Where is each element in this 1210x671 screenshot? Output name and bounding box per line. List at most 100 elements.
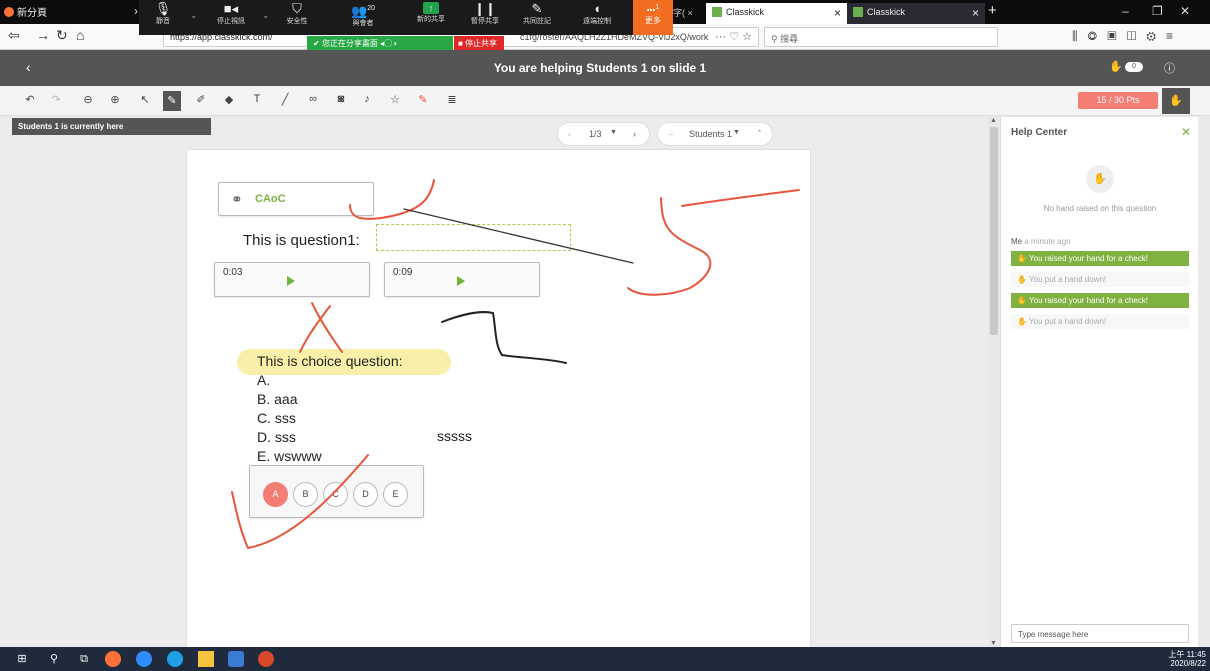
- option-d[interactable]: D: [353, 482, 378, 507]
- message-time: a minute ago: [1024, 237, 1071, 246]
- link-element[interactable]: ⚭ CAoC: [218, 182, 374, 216]
- search-icon: ⚲: [771, 34, 781, 44]
- mail-icon[interactable]: [228, 651, 244, 667]
- option-b[interactable]: B: [293, 482, 318, 507]
- link-text[interactable]: CAoC: [255, 193, 286, 205]
- prev-slide-icon[interactable]: ‹: [568, 129, 571, 139]
- tab-new[interactable]: 新分頁: [4, 4, 47, 19]
- close-icon[interactable]: ✕: [1181, 125, 1191, 139]
- scrollbar-thumb[interactable]: [990, 127, 998, 335]
- search-icon[interactable]: ⚲: [46, 651, 62, 667]
- chevron-down-icon[interactable]: ⌄: [190, 10, 198, 21]
- slide-pager-label: 1/3: [589, 129, 602, 139]
- answer-text-box[interactable]: [376, 224, 571, 251]
- close-tab-icon[interactable]: ×: [834, 6, 841, 20]
- hand-icon: ✋: [1017, 317, 1030, 326]
- audio-clip[interactable]: 0:09: [384, 262, 540, 297]
- task-view-icon[interactable]: ⧉: [76, 651, 92, 667]
- choice-d: D. sss: [257, 429, 296, 445]
- play-icon[interactable]: [457, 276, 465, 286]
- file-explorer-icon[interactable]: [198, 651, 214, 667]
- sticker-star-icon[interactable]: ☆: [386, 93, 404, 109]
- tab-classkick-active[interactable]: Classkick ×: [706, 3, 847, 24]
- prev-student-icon[interactable]: –: [668, 129, 673, 139]
- url-actions[interactable]: ··· ♡ ☆: [715, 30, 752, 43]
- zoom-more-button[interactable]: •••1 更多: [633, 0, 673, 35]
- restore-icon[interactable]: ❐: [1152, 4, 1163, 18]
- choice-a: A.: [257, 372, 271, 388]
- windows-start-icon[interactable]: ⊞: [14, 651, 30, 667]
- raise-hand-button[interactable]: ✋: [1162, 88, 1190, 114]
- zoom-out-icon[interactable]: ⊖: [79, 93, 97, 109]
- student-selector[interactable]: – Students 1 ▼ ˆ: [657, 122, 773, 146]
- zoom-app-icon[interactable]: [136, 651, 152, 667]
- scroll-up-icon[interactable]: ▲: [990, 117, 997, 124]
- pen-color-icon[interactable]: ✎: [414, 93, 432, 109]
- highlighter-icon[interactable]: ✐: [192, 93, 210, 109]
- next-slide-icon[interactable]: ›: [633, 129, 636, 139]
- browser-right-icons[interactable]: ⫼◎▣◫⚙≡: [1072, 29, 1183, 44]
- close-window-icon[interactable]: ✕: [1180, 4, 1190, 18]
- zoom-annotate-button[interactable]: ✎ 共同註記: [507, 2, 567, 26]
- pointer-icon[interactable]: ↖: [136, 93, 154, 109]
- text-icon[interactable]: T: [248, 93, 266, 109]
- vertical-scrollbar[interactable]: ▲ ▼: [988, 117, 1000, 647]
- zoom-stop-video-button[interactable]: ■◂ 停止視訊: [201, 2, 261, 26]
- search-input[interactable]: ⚲ 搜尋: [764, 27, 998, 47]
- zoom-pause-share-button[interactable]: ❙❙ 暫停共享: [455, 2, 515, 26]
- chat-message-text: You raised your hand for a check!: [1029, 254, 1148, 263]
- hand-count-toggle[interactable]: 0: [1125, 62, 1143, 72]
- line-icon[interactable]: ╱: [276, 93, 294, 109]
- home-icon[interactable]: ⌂: [76, 27, 84, 43]
- chevron-down-icon[interactable]: ▼: [610, 129, 617, 136]
- info-icon[interactable]: ⓘ: [1164, 60, 1175, 76]
- minimize-icon[interactable]: –: [1122, 4, 1129, 18]
- zoom-new-share-button[interactable]: ↑ 新的共享: [401, 2, 461, 24]
- classkick-header: ‹ You are helping Students 1 on slide 1 …: [0, 50, 1210, 86]
- audio-clip[interactable]: 0:03: [214, 262, 370, 297]
- slide-pager[interactable]: ‹ 1/3 ▼ ›: [557, 122, 650, 146]
- zoom-mute-button[interactable]: 🎙 靜音: [133, 2, 193, 26]
- scroll-down-icon[interactable]: ▼: [990, 640, 997, 647]
- zoom-remote-control-button[interactable]: ◖ 遠端控制: [567, 2, 627, 26]
- close-tab-icon[interactable]: ×: [972, 6, 979, 20]
- choice-question-title: This is choice question:: [257, 353, 403, 369]
- sharing-controls-icon[interactable]: ◂◯◑: [380, 39, 397, 48]
- tab-label: Classkick: [867, 7, 906, 17]
- pen-icon[interactable]: ✎: [163, 91, 181, 111]
- camera-icon[interactable]: ◙: [332, 93, 350, 109]
- option-e[interactable]: E: [383, 482, 408, 507]
- zoom-participants-button[interactable]: 👥20 與會者: [333, 2, 393, 28]
- clock-date: 2020/8/22: [1170, 659, 1206, 668]
- drawing-toolbar: ↶ ↷ ⊖ ⊕ ↖ ✎ ✐ ◆ T ╱ ∞ ◙ ♪ ☆ ✎ ≣: [0, 86, 1210, 116]
- chevron-up-icon[interactable]: ˆ: [758, 129, 761, 139]
- powerpoint-icon[interactable]: [258, 651, 274, 667]
- back-icon[interactable]: ⇦: [8, 27, 20, 44]
- line-weight-icon[interactable]: ≣: [443, 93, 461, 109]
- chevron-down-icon[interactable]: ▼: [733, 129, 740, 136]
- new-tab-button[interactable]: +: [988, 2, 997, 19]
- eraser-icon[interactable]: ◆: [220, 93, 238, 109]
- undo-icon[interactable]: ↶: [21, 93, 39, 109]
- link-icon[interactable]: ∞: [304, 93, 322, 109]
- play-icon[interactable]: [287, 276, 295, 286]
- stop-share-button[interactable]: ■ 停止共享: [454, 36, 504, 50]
- option-c[interactable]: C: [323, 482, 348, 507]
- points-badge[interactable]: 15 / 30 Pts: [1078, 92, 1158, 109]
- zoom-more-label: 更多: [645, 15, 661, 25]
- tab-partial[interactable]: 字( ×: [673, 6, 693, 19]
- zoom-item-label: 安全性: [286, 18, 308, 25]
- microphone-icon[interactable]: ♪: [358, 93, 376, 109]
- edge-icon[interactable]: [167, 651, 183, 667]
- reload-icon[interactable]: ↻: [56, 27, 68, 44]
- zoom-item-label: 新的共享: [417, 16, 445, 23]
- message-input[interactable]: Type message here: [1011, 624, 1189, 643]
- mouse-icon: ◖: [593, 1, 601, 16]
- tab-classkick[interactable]: Classkick ×: [847, 3, 985, 24]
- option-a[interactable]: A: [263, 482, 288, 507]
- forward-icon[interactable]: →: [36, 27, 50, 43]
- zoom-in-icon[interactable]: ⊕: [106, 93, 124, 109]
- redo-icon[interactable]: ↷: [47, 93, 65, 109]
- zoom-security-button[interactable]: ⛉ 安全性: [267, 2, 327, 26]
- firefox-icon[interactable]: [105, 651, 121, 667]
